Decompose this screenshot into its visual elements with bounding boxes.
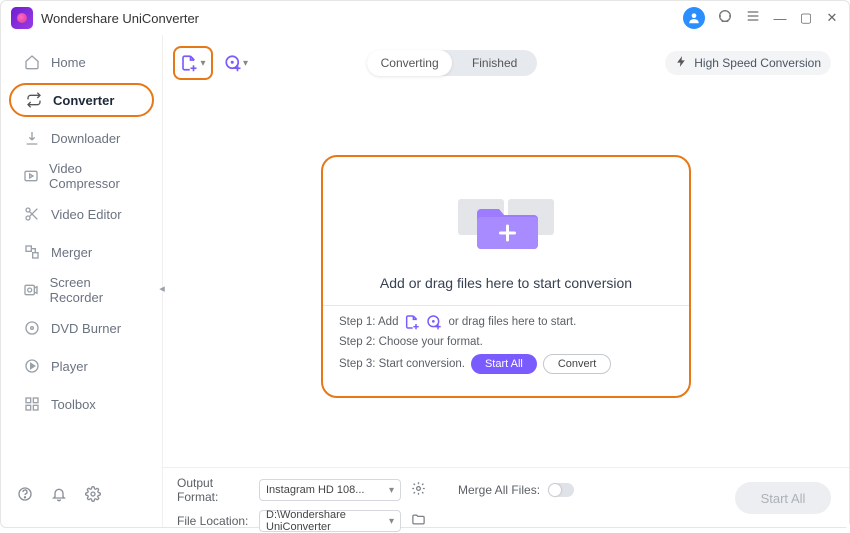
output-format-label: Output Format:	[177, 476, 249, 504]
sidebar-item-label: DVD Burner	[51, 321, 121, 336]
open-folder-icon[interactable]	[411, 512, 426, 530]
sidebar-item-toolbox[interactable]: Toolbox	[9, 387, 154, 421]
high-speed-toggle[interactable]: High Speed Conversion	[665, 51, 831, 75]
footer: Output Format: Instagram HD 108... ▾ Mer…	[163, 467, 849, 527]
status-segmented: Converting Finished	[367, 50, 537, 76]
chevron-down-icon: ▾	[243, 58, 248, 69]
collapse-sidebar-icon[interactable]: ◂	[155, 281, 169, 295]
add-file-button[interactable]: ▾	[173, 46, 213, 80]
disc-icon	[23, 319, 41, 337]
sidebar-item-label: Home	[51, 55, 86, 70]
output-format-value: Instagram HD 108...	[266, 484, 364, 496]
support-icon[interactable]	[717, 8, 733, 29]
converter-icon	[25, 91, 43, 109]
recorder-icon	[23, 281, 40, 299]
tab-converting[interactable]: Converting	[367, 50, 452, 76]
step-2: Step 2: Choose your format.	[339, 336, 673, 348]
settings-icon[interactable]	[85, 486, 101, 507]
sidebar-item-label: Converter	[53, 93, 114, 108]
play-icon	[23, 357, 41, 375]
step1-suffix: or drag files here to start.	[448, 316, 576, 328]
app-title: Wondershare UniConverter	[41, 11, 199, 26]
merge-toggle[interactable]	[548, 483, 574, 497]
tab-finished[interactable]: Finished	[452, 56, 537, 70]
high-speed-label: High Speed Conversion	[694, 56, 821, 70]
grid-icon	[23, 395, 41, 413]
start-all-button[interactable]: Start All	[471, 354, 537, 374]
chevron-down-icon: ▾	[200, 58, 205, 69]
output-format-select[interactable]: Instagram HD 108... ▾	[259, 479, 401, 501]
app-logo	[11, 7, 33, 29]
sidebar-item-recorder[interactable]: Screen Recorder	[9, 273, 154, 307]
sidebar-item-label: Screen Recorder	[50, 275, 140, 305]
file-location-value: D:\Wondershare UniConverter	[266, 509, 389, 533]
account-avatar[interactable]	[683, 7, 705, 29]
sidebar-item-merger[interactable]: Merger	[9, 235, 154, 269]
sidebar-item-label: Player	[51, 359, 88, 374]
settings-small-icon[interactable]	[411, 481, 426, 499]
sidebar-item-label: Video Editor	[51, 207, 122, 222]
sidebar-item-label: Downloader	[51, 131, 120, 146]
start-all-footer-button[interactable]: Start All	[735, 482, 831, 514]
sidebar-item-home[interactable]: Home	[9, 45, 154, 79]
menu-icon[interactable]	[745, 8, 761, 29]
sidebar-item-player[interactable]: Player	[9, 349, 154, 383]
dropzone[interactable]: Add or drag files here to start conversi…	[321, 155, 691, 398]
scissors-icon	[23, 205, 41, 223]
sidebar-item-downloader[interactable]: Downloader	[9, 121, 154, 155]
step-3: Step 3: Start conversion. Start All Conv…	[339, 354, 673, 374]
add-dvd-button[interactable]: ▾	[221, 48, 251, 78]
dropzone-message: Add or drag files here to start conversi…	[323, 275, 689, 291]
compressor-icon	[23, 167, 39, 185]
sidebar: Home Converter Downloader Video Compress…	[1, 35, 163, 527]
download-icon	[23, 129, 41, 147]
minimize-button[interactable]: —	[773, 11, 787, 26]
add-dvd-icon[interactable]	[426, 314, 442, 330]
merger-icon	[23, 243, 41, 261]
home-icon	[23, 53, 41, 71]
sidebar-item-dvd[interactable]: DVD Burner	[9, 311, 154, 345]
convert-button[interactable]: Convert	[543, 354, 612, 374]
sidebar-item-label: Toolbox	[51, 397, 96, 412]
file-location-label: File Location:	[177, 514, 249, 528]
chevron-down-icon: ▾	[389, 516, 394, 527]
merge-label: Merge All Files:	[458, 483, 540, 497]
help-icon[interactable]	[17, 486, 33, 507]
step-1: Step 1: Add or drag files here to start.	[339, 314, 673, 330]
sidebar-item-editor[interactable]: Video Editor	[9, 197, 154, 231]
folder-illustration	[323, 179, 689, 269]
bell-icon[interactable]	[51, 486, 67, 507]
bolt-icon	[675, 55, 688, 71]
close-button[interactable]: ✕	[825, 10, 839, 26]
maximize-button[interactable]: ▢	[799, 10, 813, 26]
sidebar-item-converter[interactable]: Converter	[9, 83, 154, 117]
divider	[323, 305, 689, 306]
step1-prefix: Step 1: Add	[339, 316, 398, 328]
toolbar: ▾ ▾ Converting Finished High Speed Conve…	[173, 41, 839, 85]
sidebar-item-label: Video Compressor	[49, 161, 140, 191]
sidebar-item-label: Merger	[51, 245, 92, 260]
add-file-icon[interactable]	[404, 314, 420, 330]
main-panel: ▾ ▾ Converting Finished High Speed Conve…	[163, 35, 849, 527]
sidebar-item-compressor[interactable]: Video Compressor	[9, 159, 154, 193]
title-bar: Wondershare UniConverter — ▢ ✕	[1, 1, 849, 35]
file-location-select[interactable]: D:\Wondershare UniConverter ▾	[259, 510, 401, 532]
chevron-down-icon: ▾	[389, 485, 394, 496]
